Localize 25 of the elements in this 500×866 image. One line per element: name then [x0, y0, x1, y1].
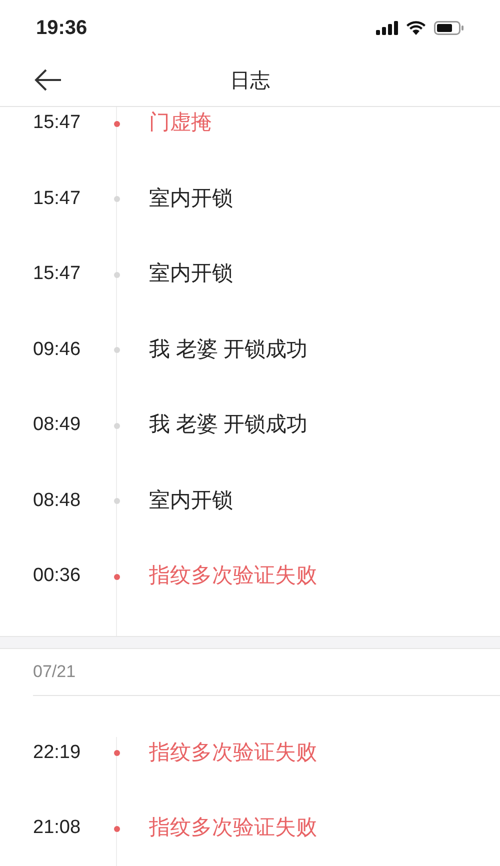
- log-time: 15:47: [33, 112, 81, 133]
- log-event: 室内开锁: [149, 262, 233, 285]
- log-time: 08:49: [33, 414, 81, 435]
- log-event: 指纹多次验证失败: [149, 816, 317, 839]
- log-time: 09:46: [33, 338, 81, 360]
- log-time: 21:08: [33, 817, 81, 838]
- date-header: 07/21: [33, 660, 76, 683]
- log-event: 门虚掩: [149, 111, 212, 134]
- log-event: 指纹多次验证失败: [149, 740, 317, 764]
- log-time: 00:36: [33, 565, 81, 586]
- log-event: 室内开锁: [149, 186, 233, 210]
- log-time: 15:47: [33, 263, 81, 284]
- log-event: 我 老婆 开锁成功: [149, 413, 308, 436]
- battery-icon: [434, 20, 464, 34]
- page-title: 日志: [230, 68, 270, 94]
- log-time: 08:48: [33, 490, 81, 510]
- log-event: 室内开锁: [149, 488, 233, 512]
- status-time: 19:36: [36, 16, 88, 40]
- signal-icon: [376, 20, 398, 34]
- log-time: 15:47: [33, 188, 81, 208]
- back-icon[interactable]: [34, 68, 62, 92]
- log-time: 22:19: [33, 742, 81, 762]
- wifi-icon: [406, 20, 426, 35]
- log-event: 我 老婆 开锁成功: [149, 338, 308, 360]
- log-event: 指纹多次验证失败: [149, 564, 317, 587]
